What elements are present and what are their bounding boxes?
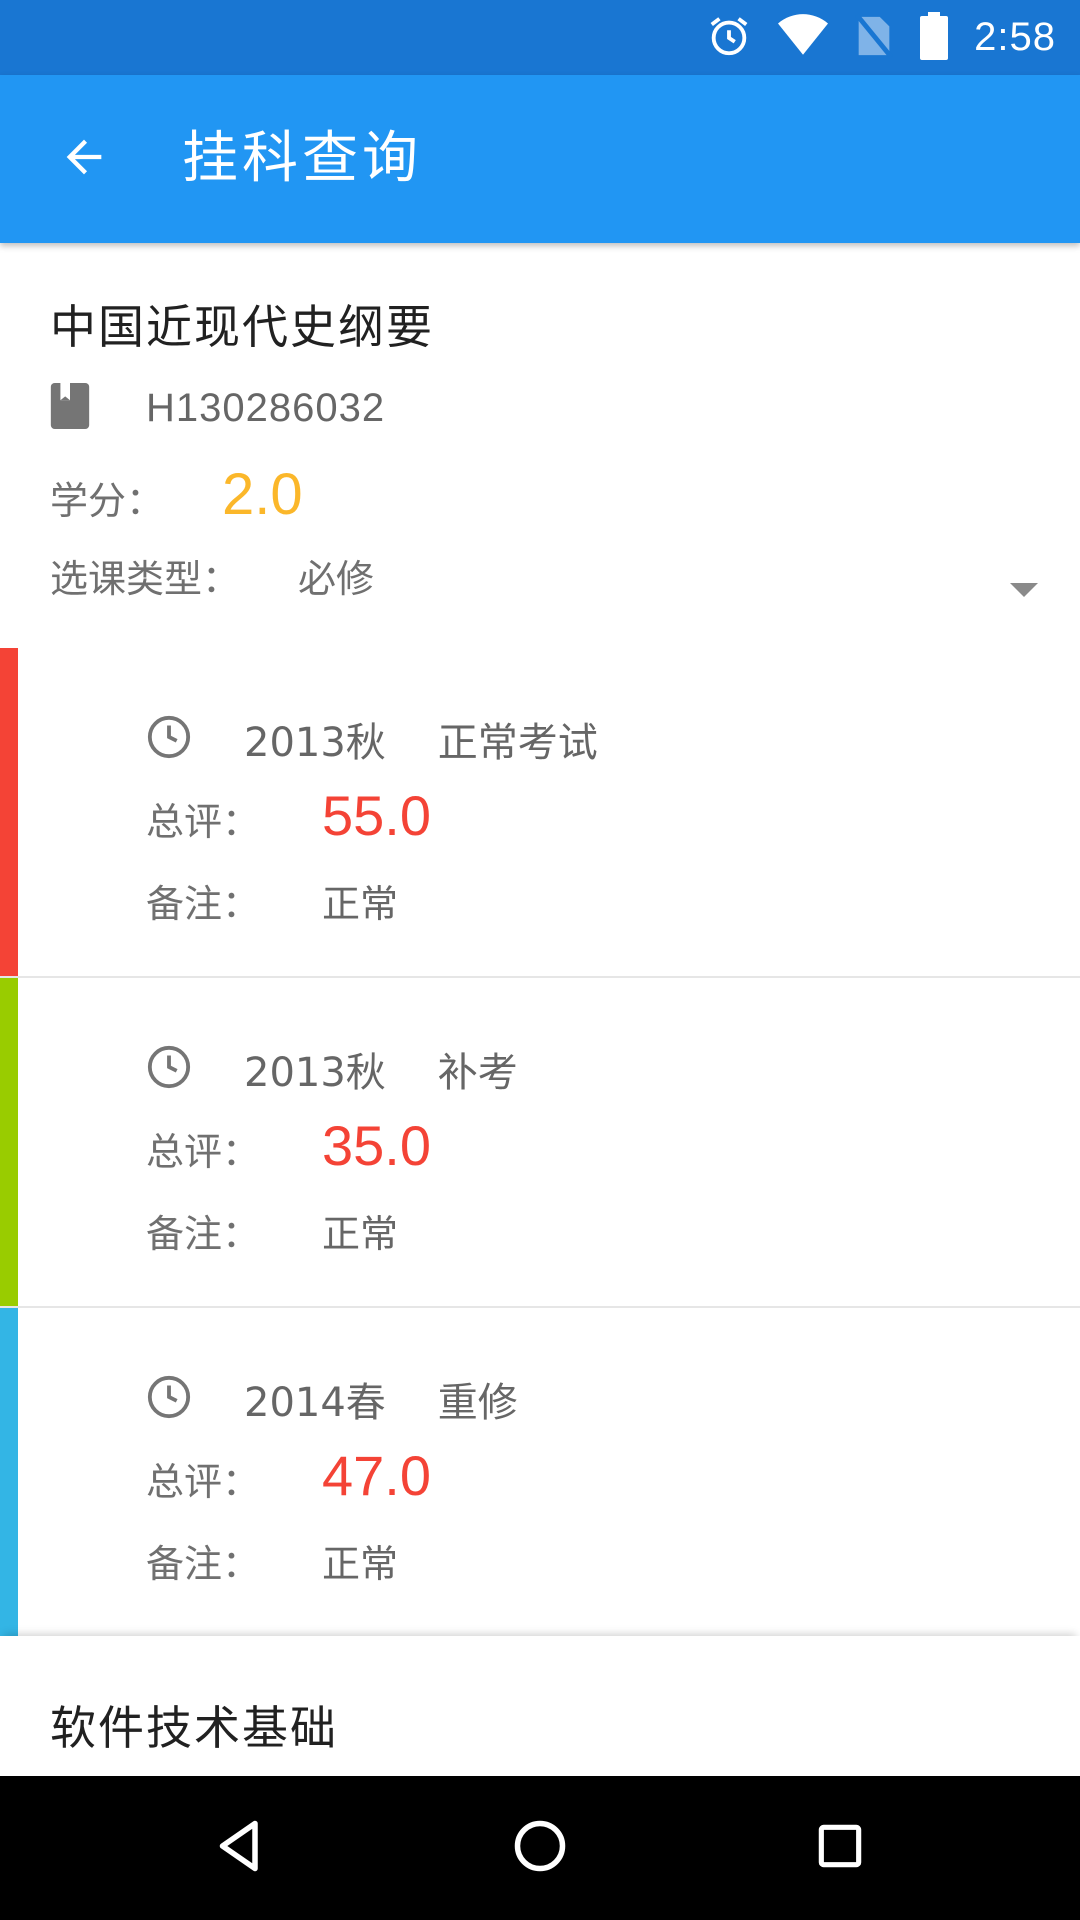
attempt-term: 2013秋 (244, 720, 386, 766)
status-icons: 2:58 (706, 0, 1056, 75)
score-row: 总评： 35.0 (146, 1113, 431, 1178)
course-name: 中国近现代史纲要 (50, 300, 434, 354)
note-label: 备注： (146, 1212, 261, 1256)
note-label: 备注： (146, 882, 261, 926)
page-title: 挂科查询 (182, 126, 422, 191)
score-label: 总评： (146, 1130, 261, 1174)
dropdown-arrow-icon[interactable] (1010, 583, 1038, 597)
course-name: 软件技术基础 (50, 1701, 338, 1755)
nav-home-button[interactable] (504, 1812, 576, 1884)
clock-icon (146, 714, 192, 764)
recents-square-icon (812, 1818, 868, 1878)
note-label: 备注： (146, 1542, 261, 1586)
note-row: 备注： 正常 (146, 1203, 398, 1258)
attempt-term: 2014春 (244, 1380, 386, 1426)
alarm-icon (706, 13, 752, 63)
note-row: 备注： 正常 (146, 1533, 398, 1588)
attempt-color-strip (0, 978, 18, 1306)
attempt-item[interactable]: 2013秋 补考 总评： 35.0 备注： 正常 (0, 978, 1080, 1308)
note-value: 正常 (322, 882, 399, 926)
score-value: 55.0 (322, 784, 432, 847)
status-time: 2:58 (974, 15, 1056, 59)
course-card-header[interactable]: 软件技术基础 (0, 1636, 1080, 1776)
attempt-term-row: 2013秋 补考 (146, 1040, 518, 1098)
note-value: 正常 (322, 1542, 399, 1586)
app-bar: 挂科查询 (0, 75, 1080, 243)
wifi-icon (778, 13, 829, 63)
course-type-label: 选课类型： (50, 557, 241, 601)
navigation-bar (0, 1776, 1080, 1920)
battery-icon (920, 11, 949, 64)
score-row: 总评： 47.0 (146, 1443, 431, 1508)
course-type-value: 必修 (298, 557, 375, 601)
course-code-row: H130286032 (50, 383, 385, 433)
course-card-header[interactable]: 中国近现代史纲要 H130286032 学分： 2.0 选课类型： 必修 (0, 243, 1080, 648)
content-list[interactable]: 中国近现代史纲要 H130286032 学分： 2.0 选课类型： 必修 201 (0, 243, 1080, 1776)
no-sim-icon (854, 12, 894, 63)
attempt-color-strip (0, 648, 18, 976)
clock-icon (146, 1044, 192, 1094)
attempt-color-strip (0, 1308, 18, 1636)
score-value: 35.0 (322, 1114, 432, 1177)
attempt-term: 2013秋 (244, 1050, 386, 1096)
credit-value: 2.0 (222, 462, 303, 527)
nav-back-button[interactable] (204, 1812, 276, 1884)
clock-icon (146, 1374, 192, 1424)
attempt-item[interactable]: 2014春 重修 总评： 47.0 备注： 正常 (0, 1308, 1080, 1636)
note-value: 正常 (322, 1212, 399, 1256)
score-label: 总评： (146, 800, 261, 844)
note-row: 备注： 正常 (146, 873, 398, 928)
score-label: 总评： (146, 1460, 261, 1504)
status-bar: 2:58 (0, 0, 1080, 75)
course-code: H130286032 (146, 385, 386, 430)
attempt-term-row: 2013秋 正常考试 (146, 710, 598, 768)
home-circle-icon (510, 1816, 570, 1880)
nav-recents-button[interactable] (804, 1812, 876, 1884)
back-button[interactable] (48, 123, 120, 195)
credit-label: 学分： (50, 479, 165, 523)
attempt-exam-type: 重修 (437, 1380, 518, 1426)
arrow-back-icon (58, 131, 110, 187)
score-row: 总评： 55.0 (146, 783, 431, 848)
attempt-list: 2013秋 正常考试 总评： 55.0 备注： 正常 2013秋 补考 总评： … (0, 648, 1080, 1636)
back-triangle-icon (210, 1816, 270, 1880)
credit-row: 学分： 2.0 (50, 461, 303, 528)
score-value: 47.0 (322, 1444, 432, 1507)
course-type-row: 选课类型： 必修 (50, 548, 374, 603)
book-icon (50, 383, 90, 433)
attempt-exam-type: 正常考试 (437, 720, 598, 766)
attempt-term-row: 2014春 重修 (146, 1370, 518, 1428)
attempt-exam-type: 补考 (437, 1050, 518, 1096)
attempt-item[interactable]: 2013秋 正常考试 总评： 55.0 备注： 正常 (0, 648, 1080, 978)
